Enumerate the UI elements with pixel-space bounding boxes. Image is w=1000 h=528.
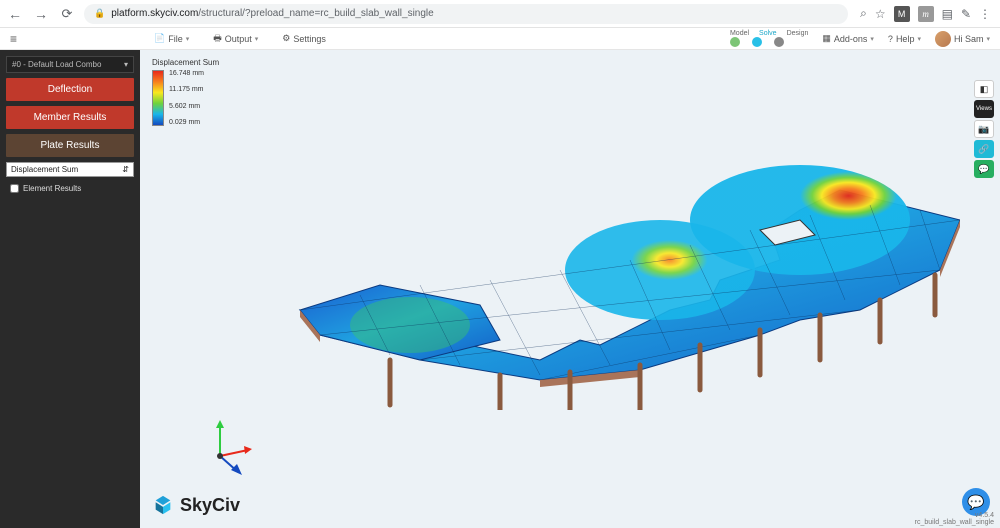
menu-toggle[interactable]: ≡ [10, 32, 24, 46]
extension-2[interactable]: m [918, 6, 934, 22]
step-design[interactable]: Design [787, 30, 809, 37]
legend-gradient [152, 70, 164, 126]
logo-icon [152, 494, 174, 516]
output-menu[interactable]: 🖶 Output ▾ [213, 31, 258, 47]
plate-results-button[interactable]: Plate Results [6, 134, 134, 157]
load-combo-select[interactable]: #0 - Default Load Combo▾ [6, 56, 134, 73]
axis-gizmo[interactable] [200, 416, 260, 476]
legend-max: 16.748 mm [169, 70, 204, 77]
addons-menu[interactable]: ▦ Add-ons ▾ [822, 33, 874, 44]
lock-icon: 🔒 [94, 8, 105, 19]
user-menu[interactable]: Hi Sam ▾ [935, 31, 990, 47]
element-results-checkbox[interactable]: Element Results [6, 182, 134, 195]
skyciv-logo: SkyCiv [152, 494, 240, 516]
browser-chrome: ← → ⟳ 🔒 platform.skyciv.com/structural/?… [0, 0, 1000, 28]
legend-q1: 5.602 mm [169, 103, 204, 110]
member-results-button[interactable]: Member Results [6, 106, 134, 129]
share-icon[interactable]: 🔗 [974, 140, 994, 158]
browser-menu[interactable]: ⋮ [979, 7, 990, 21]
step-model[interactable]: Model [730, 30, 749, 37]
file-menu[interactable]: 📄 File ▾ [154, 31, 189, 47]
load-combo-label: #0 - Default Load Combo [12, 60, 101, 69]
extension-3[interactable]: ▤ [942, 7, 953, 21]
views-button[interactable]: Views [974, 100, 994, 118]
settings-menu[interactable]: ⚙ Settings [282, 31, 326, 47]
view-toolbar: ◧ Views 📷 🔗 💬 [974, 80, 994, 178]
result-type-select[interactable]: Displacement Sum⇵ [6, 162, 134, 177]
step-dot-design[interactable] [774, 37, 784, 47]
back-button[interactable]: ← [6, 6, 24, 22]
url-host: platform.skyciv.com [111, 8, 198, 19]
legend-title: Displacement Sum [152, 58, 219, 67]
legend-q3: 11.175 mm [169, 86, 204, 93]
app-toolbar: ≡ 📄 File ▾ 🖶 Output ▾ ⚙ Settings Model S… [0, 28, 1000, 50]
step-dot-solve[interactable] [752, 37, 762, 47]
file-label: rc_build_slab_wall_single [915, 519, 994, 526]
url-path: /structural/?preload_name=rc_build_slab_… [198, 8, 433, 19]
star-icon[interactable]: ☆ [875, 7, 886, 21]
footer: v4.5.4 rc_build_slab_wall_single [915, 512, 994, 526]
workflow-steps: Model Solve Design [730, 30, 808, 47]
extension-4[interactable]: ✎ [961, 7, 971, 21]
deflection-button[interactable]: Deflection [6, 78, 134, 101]
feedback-icon[interactable]: 💬 [974, 160, 994, 178]
extension-1[interactable]: M [894, 6, 910, 22]
step-dot-model[interactable] [730, 37, 740, 47]
forward-button[interactable]: → [32, 6, 50, 22]
url-bar[interactable]: 🔒 platform.skyciv.com/structural/?preloa… [84, 4, 848, 24]
legend-min: 0.029 mm [169, 119, 204, 126]
color-legend: Displacement Sum 16.748 mm 11.175 mm 5.6… [152, 58, 219, 126]
avatar [935, 31, 951, 47]
slab-contour [240, 110, 960, 410]
results-sidebar: #0 - Default Load Combo▾ Deflection Memb… [0, 50, 140, 528]
reload-button[interactable]: ⟳ [58, 6, 76, 22]
view-cube-icon[interactable]: ◧ [974, 80, 994, 98]
version-label: v4.5.4 [975, 512, 994, 519]
browser-actions: ⌕ ☆ M m ▤ ✎ ⋮ [856, 6, 994, 22]
result-type-label: Displacement Sum [11, 165, 78, 174]
logo-text: SkyCiv [180, 495, 240, 516]
step-solve[interactable]: Solve [759, 30, 777, 37]
help-menu[interactable]: ? Help ▾ [888, 34, 921, 44]
viewport-3d[interactable]: Displacement Sum 16.748 mm 11.175 mm 5.6… [140, 50, 1000, 528]
search-icon[interactable]: ⌕ [860, 6, 867, 21]
camera-icon[interactable]: 📷 [974, 120, 994, 138]
